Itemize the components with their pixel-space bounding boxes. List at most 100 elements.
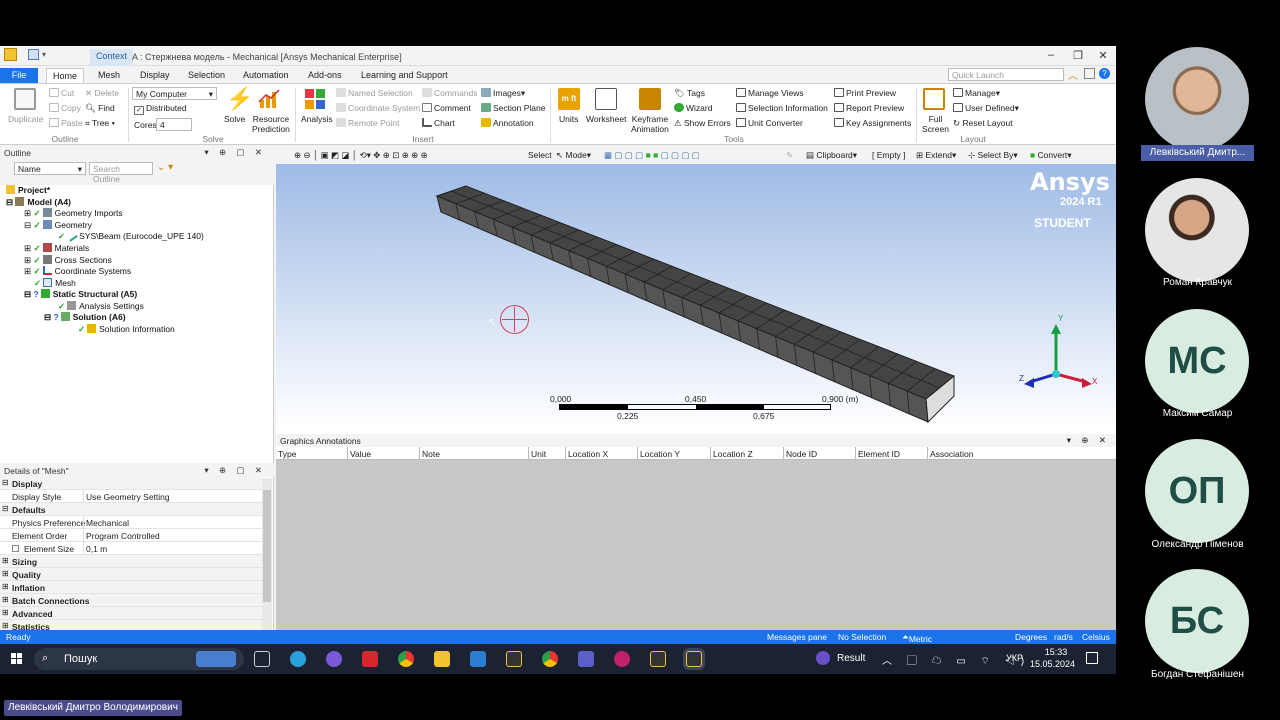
help-icon[interactable]: ? [1099,68,1110,79]
analysis-button[interactable]: Analysis [301,114,333,124]
details-value[interactable]: 0,1 m [86,544,107,554]
details-section[interactable]: ⊞ Inflation [0,581,262,594]
teams-icon[interactable] [578,651,594,667]
named-selection-button[interactable]: Named Selection [336,88,413,98]
chrome-profile-icon[interactable] [542,651,558,667]
save-icon[interactable] [28,49,39,60]
tree-node-solution-information[interactable]: ✓ Solution Information [78,324,175,335]
details-section[interactable]: ⊞ Batch Connections [0,594,262,607]
expand-icon[interactable]: ⊞ [2,569,9,578]
tab-selection[interactable]: Selection [182,68,231,83]
details-value[interactable]: Use Geometry Setting [86,492,170,502]
tree-node-analysis-settings[interactable]: ✓ Analysis Settings [58,301,144,312]
tree-node-project[interactable]: Project* [6,185,50,195]
tree-node-beam-body[interactable]: ✓ SYS\Beam (Eurocode_UPE 140) [58,229,204,242]
select-button[interactable]: Select [528,150,552,160]
cut-button[interactable]: Cut [49,88,74,98]
mode-button[interactable]: ↖ Mode▾ [556,150,591,161]
tab-display[interactable]: Display [134,68,176,83]
coordinate-system-button[interactable]: Coordinate System [336,103,420,113]
details-section[interactable]: ⊞ Sizing [0,555,262,568]
chrome-icon[interactable] [398,651,414,667]
copy-button[interactable]: Copy [49,103,81,113]
extend-button[interactable]: ⊞ Extend▾ [916,150,956,161]
details-value[interactable]: Program Controlled [86,531,160,541]
units-button[interactable]: Units [559,114,578,124]
tab-mesh[interactable]: Mesh [92,68,126,83]
graphics-viewport[interactable]: Ansys 2024 R1 STUDENT ↖ 0,000 0,450 0,90… [276,164,1116,434]
rate-unit[interactable]: rad/s [1054,632,1073,642]
details-value[interactable]: Mechanical [86,518,129,528]
details-row[interactable]: Display Style Use Geometry Setting [0,490,262,503]
keyframe-animation-button[interactable]: Keyframe Animation [631,114,669,134]
chart-button[interactable]: Chart [422,118,455,128]
tree-node-materials[interactable]: ⊞ ✓ Materials [24,243,89,254]
result-app-icon[interactable] [816,651,830,665]
convert-button[interactable]: ■ Convert▾ [1030,150,1072,161]
manage-views-button[interactable]: Manage Views [736,88,804,98]
file-explorer-icon[interactable] [434,651,450,667]
annotation-column-header[interactable]: Unit [531,449,546,459]
tree-node-coordinate-systems[interactable]: ⊞ ✓ Coordinate Systems [24,266,131,277]
telegram-icon[interactable] [290,651,306,667]
messages-pane-button[interactable]: Messages pane [767,632,827,642]
tree-button[interactable]: ⌗ Tree ▾ [85,118,115,129]
tree-node-mesh[interactable]: ✓ Mesh [34,278,76,289]
images-button[interactable]: Images▾ [481,88,525,99]
taskbar-search[interactable]: ⌕ Пошук [34,648,244,670]
tree-node-geometry[interactable]: ⊟ ✓ Geometry [24,220,92,231]
cores-input[interactable]: 4 [156,118,192,131]
context-tab[interactable]: Context [90,49,134,66]
details-row[interactable]: Physics Preference Mechanical [0,516,262,529]
annotation-column-header[interactable]: Value [350,449,371,459]
full-screen-button[interactable]: Full Screen [922,114,949,134]
clock-date[interactable]: 15.05.2024 [1030,659,1075,669]
tags-button[interactable]: 🏷︎ Tags [674,88,705,99]
section-plane-button[interactable]: Section Plane [481,103,545,113]
duplicate-button[interactable]: Duplicate [8,114,43,124]
tab-automation[interactable]: Automation [237,68,295,83]
workbench-icon[interactable] [506,651,522,667]
details-row[interactable]: Element Size 0,1 m [0,542,262,555]
expand-icon[interactable]: ⊞ [2,595,9,604]
tree-node-static-structural[interactable]: ⊟ ? Static Structural (A5) [24,289,137,300]
clock-time[interactable]: 15:33 [1036,647,1076,657]
show-errors-button[interactable]: ⚠︎ Show Errors [674,118,731,129]
zoom-icons[interactable]: ⊕ ⊖ │ ▣ ◩ ◪ │ ⟲▾ ✥ ⊕ ⊡ ⊕ ⊕ ⊕ [294,150,428,161]
tab-learning-and-support[interactable]: Learning and Support [355,68,454,83]
tree-node-cross-sections[interactable]: ⊞ ✓ Cross Sections [24,255,112,266]
annotation-column-header[interactable]: Location Z [713,449,753,459]
result-label[interactable]: Result [837,653,865,664]
mail-icon[interactable] [470,651,486,667]
temperature-unit[interactable]: Celsius [1082,632,1110,642]
tab-file[interactable]: File [0,68,38,83]
select-by-button[interactable]: ⊹ Select By▾ [968,150,1018,161]
quick-launch-input[interactable]: Quick Launch [948,68,1064,81]
resource-prediction-button[interactable]: Resource Prediction [252,114,290,134]
details-scrollbar[interactable] [262,478,272,630]
remote-point-button[interactable]: Remote Point [336,118,400,128]
report-preview-button[interactable]: Report Preview [834,103,904,113]
expand-icon[interactable]: ⊞ [2,556,9,565]
task-view-icon[interactable] [254,651,270,667]
paste-button[interactable]: Paste [49,118,83,128]
expand-icon[interactable]: ⊞ [2,582,9,591]
details-section[interactable]: ⊞ Statistics [0,620,262,630]
manage-button[interactable]: Manage▾ [953,88,1000,99]
mechanical-icon[interactable] [686,651,702,667]
annotation-button[interactable]: Annotation [481,118,534,128]
language-indicator[interactable]: УКР [1006,653,1023,663]
expand-icon[interactable]: ⊞ [2,608,9,617]
notifications-icon[interactable] [1086,652,1098,664]
details-row[interactable]: Element Order Program Controlled [0,529,262,542]
expand-icon[interactable]: ⊟ [2,478,9,487]
tab-add-ons[interactable]: Add-ons [302,68,348,83]
search-outline-input[interactable]: Search Outline [89,162,153,184]
pen-icon[interactable]: ✎ [786,150,793,161]
reset-layout-button[interactable]: ↻ Reset Layout [953,118,1013,129]
details-section[interactable]: ⊟ Display [0,477,262,490]
details-section[interactable]: ⊟ Defaults [0,503,262,516]
expand-icon[interactable]: ⊟ [2,504,9,513]
annotation-column-header[interactable]: Location Y [640,449,680,459]
solve-button[interactable]: Solve [224,114,245,124]
